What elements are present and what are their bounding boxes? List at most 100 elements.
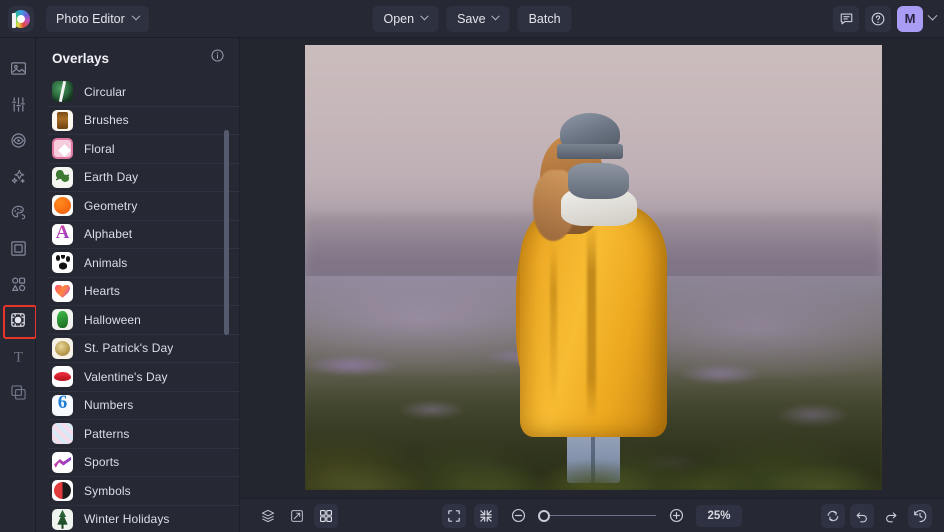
rail-item-palette[interactable] bbox=[0, 194, 36, 230]
save-button[interactable]: Save bbox=[446, 6, 510, 32]
zoom-slider-knob[interactable] bbox=[538, 510, 550, 522]
app-logo[interactable] bbox=[8, 6, 34, 32]
rail-item-frame[interactable] bbox=[0, 230, 36, 266]
rail-item-overlays[interactable] bbox=[0, 302, 36, 338]
help-button[interactable] bbox=[865, 6, 891, 32]
zoom-in-icon bbox=[668, 507, 685, 524]
top-toolbar: Photo Editor Open Save Batch bbox=[0, 0, 944, 38]
overlay-category-row[interactable]: Symbols bbox=[48, 477, 240, 506]
zoom-controls: 25% bbox=[442, 504, 742, 528]
layers-button[interactable] bbox=[256, 504, 280, 528]
redo-button[interactable] bbox=[879, 504, 903, 528]
batch-label: Batch bbox=[529, 12, 561, 26]
canvas-area[interactable] bbox=[240, 38, 944, 532]
overlay-category-thumbnail bbox=[52, 81, 73, 102]
history-button[interactable] bbox=[908, 504, 932, 528]
tool-rail: T bbox=[0, 38, 36, 532]
overlays-icon bbox=[9, 311, 27, 329]
overlay-category-thumbnail bbox=[52, 395, 73, 416]
panel-info-button[interactable] bbox=[210, 48, 225, 68]
overlay-category-label: Sports bbox=[84, 455, 119, 469]
overlay-category-row[interactable]: Winter Holidays bbox=[48, 506, 240, 532]
bottom-toolbar-left bbox=[256, 504, 338, 528]
actual-size-button[interactable] bbox=[474, 504, 498, 528]
overlay-category-row[interactable]: Alphabet bbox=[48, 221, 240, 250]
overlay-category-row[interactable]: Brushes bbox=[48, 107, 240, 136]
rail-item-adjustments[interactable] bbox=[0, 86, 36, 122]
transform-button[interactable] bbox=[285, 504, 309, 528]
overlay-category-label: Halloween bbox=[84, 313, 141, 327]
fit-screen-button[interactable] bbox=[442, 504, 466, 528]
zoom-out-icon bbox=[510, 507, 527, 524]
overlay-category-thumbnail bbox=[52, 452, 73, 473]
avatar[interactable]: M bbox=[897, 6, 923, 32]
overlay-category-row[interactable]: Circular bbox=[48, 78, 240, 107]
overlay-category-list[interactable]: CircularBrushesFloralEarth DayGeometry Al… bbox=[36, 78, 240, 532]
sidebar-scrollbar-track[interactable] bbox=[229, 84, 234, 524]
overlay-category-row[interactable]: Geometry bbox=[48, 192, 240, 221]
overlay-category-thumbnail bbox=[52, 281, 73, 302]
top-toolbar-center: Open Save Batch bbox=[372, 6, 571, 32]
batch-button[interactable]: Batch bbox=[518, 6, 572, 32]
overlay-category-row[interactable]: Earth Day bbox=[48, 164, 240, 193]
overlay-category-row[interactable]: Valentine's Day bbox=[48, 363, 240, 392]
zoom-out-button[interactable] bbox=[506, 504, 530, 528]
chat-icon bbox=[839, 11, 854, 26]
overlay-category-row[interactable]: Numbers bbox=[48, 392, 240, 421]
rail-item-eye[interactable] bbox=[0, 122, 36, 158]
zoom-slider-track bbox=[544, 515, 656, 517]
help-circle-icon bbox=[870, 11, 886, 27]
overlay-category-thumbnail bbox=[52, 423, 73, 444]
overlay-category-label: Patterns bbox=[84, 427, 130, 441]
sidebar-scrollbar-thumb[interactable] bbox=[224, 130, 229, 335]
grid-icon bbox=[318, 508, 334, 524]
overlay-category-row[interactable]: Sports bbox=[48, 449, 240, 478]
feedback-button[interactable] bbox=[833, 6, 859, 32]
undo-button[interactable] bbox=[850, 504, 874, 528]
workspace-label: Photo Editor bbox=[56, 12, 125, 26]
overlay-category-row[interactable]: St. Patrick's Day bbox=[48, 335, 240, 364]
zoom-slider[interactable] bbox=[538, 509, 656, 523]
overlay-category-row[interactable]: Halloween bbox=[48, 306, 240, 335]
rail-item-shapes[interactable] bbox=[0, 266, 36, 302]
rail-item-text[interactable]: T bbox=[0, 338, 36, 374]
palette-icon bbox=[9, 203, 28, 222]
rail-item-effects[interactable] bbox=[0, 158, 36, 194]
rail-item-image[interactable] bbox=[0, 50, 36, 86]
zoom-level-value[interactable]: 25% bbox=[696, 505, 742, 527]
zoom-in-button[interactable] bbox=[664, 504, 688, 528]
save-label: Save bbox=[457, 12, 486, 26]
overlay-category-thumbnail bbox=[52, 195, 73, 216]
overlay-category-thumbnail bbox=[52, 509, 73, 530]
overlay-category-label: Animals bbox=[84, 256, 127, 270]
overlay-category-row[interactable]: Hearts bbox=[48, 278, 240, 307]
chevron-down-icon bbox=[420, 11, 428, 19]
panel-header: Overlays bbox=[36, 38, 239, 78]
grid-button[interactable] bbox=[314, 504, 338, 528]
overlay-category-thumbnail bbox=[52, 309, 73, 330]
account-chevron-down-icon[interactable] bbox=[928, 11, 938, 21]
shapes-icon bbox=[9, 275, 28, 294]
workspace-selector[interactable]: Photo Editor bbox=[46, 6, 149, 32]
reset-button[interactable] bbox=[821, 504, 845, 528]
open-button[interactable]: Open bbox=[372, 6, 438, 32]
overlay-category-row[interactable]: Patterns bbox=[48, 420, 240, 449]
chevron-down-icon bbox=[132, 11, 140, 19]
info-circle-icon bbox=[210, 48, 225, 63]
overlay-category-thumbnail bbox=[52, 167, 73, 188]
image-icon bbox=[9, 59, 28, 78]
top-toolbar-right: M bbox=[833, 6, 936, 32]
photo-canvas[interactable] bbox=[305, 45, 882, 490]
reset-icon bbox=[825, 508, 841, 524]
subject-raincoat-fold bbox=[587, 223, 596, 419]
rail-item-duplicate[interactable] bbox=[0, 374, 36, 410]
eye-icon bbox=[9, 131, 28, 150]
overlay-category-label: Alphabet bbox=[84, 227, 132, 241]
adjustments-icon bbox=[9, 95, 28, 114]
overlay-category-label: Valentine's Day bbox=[84, 370, 168, 384]
collapse-icon bbox=[478, 508, 494, 524]
overlay-category-row[interactable]: Animals bbox=[48, 249, 240, 278]
overlay-category-row[interactable]: Floral bbox=[48, 135, 240, 164]
subject-raincoat-fold-2 bbox=[550, 241, 557, 410]
photo-editor-window: Photo Editor Open Save Batch bbox=[0, 0, 944, 532]
